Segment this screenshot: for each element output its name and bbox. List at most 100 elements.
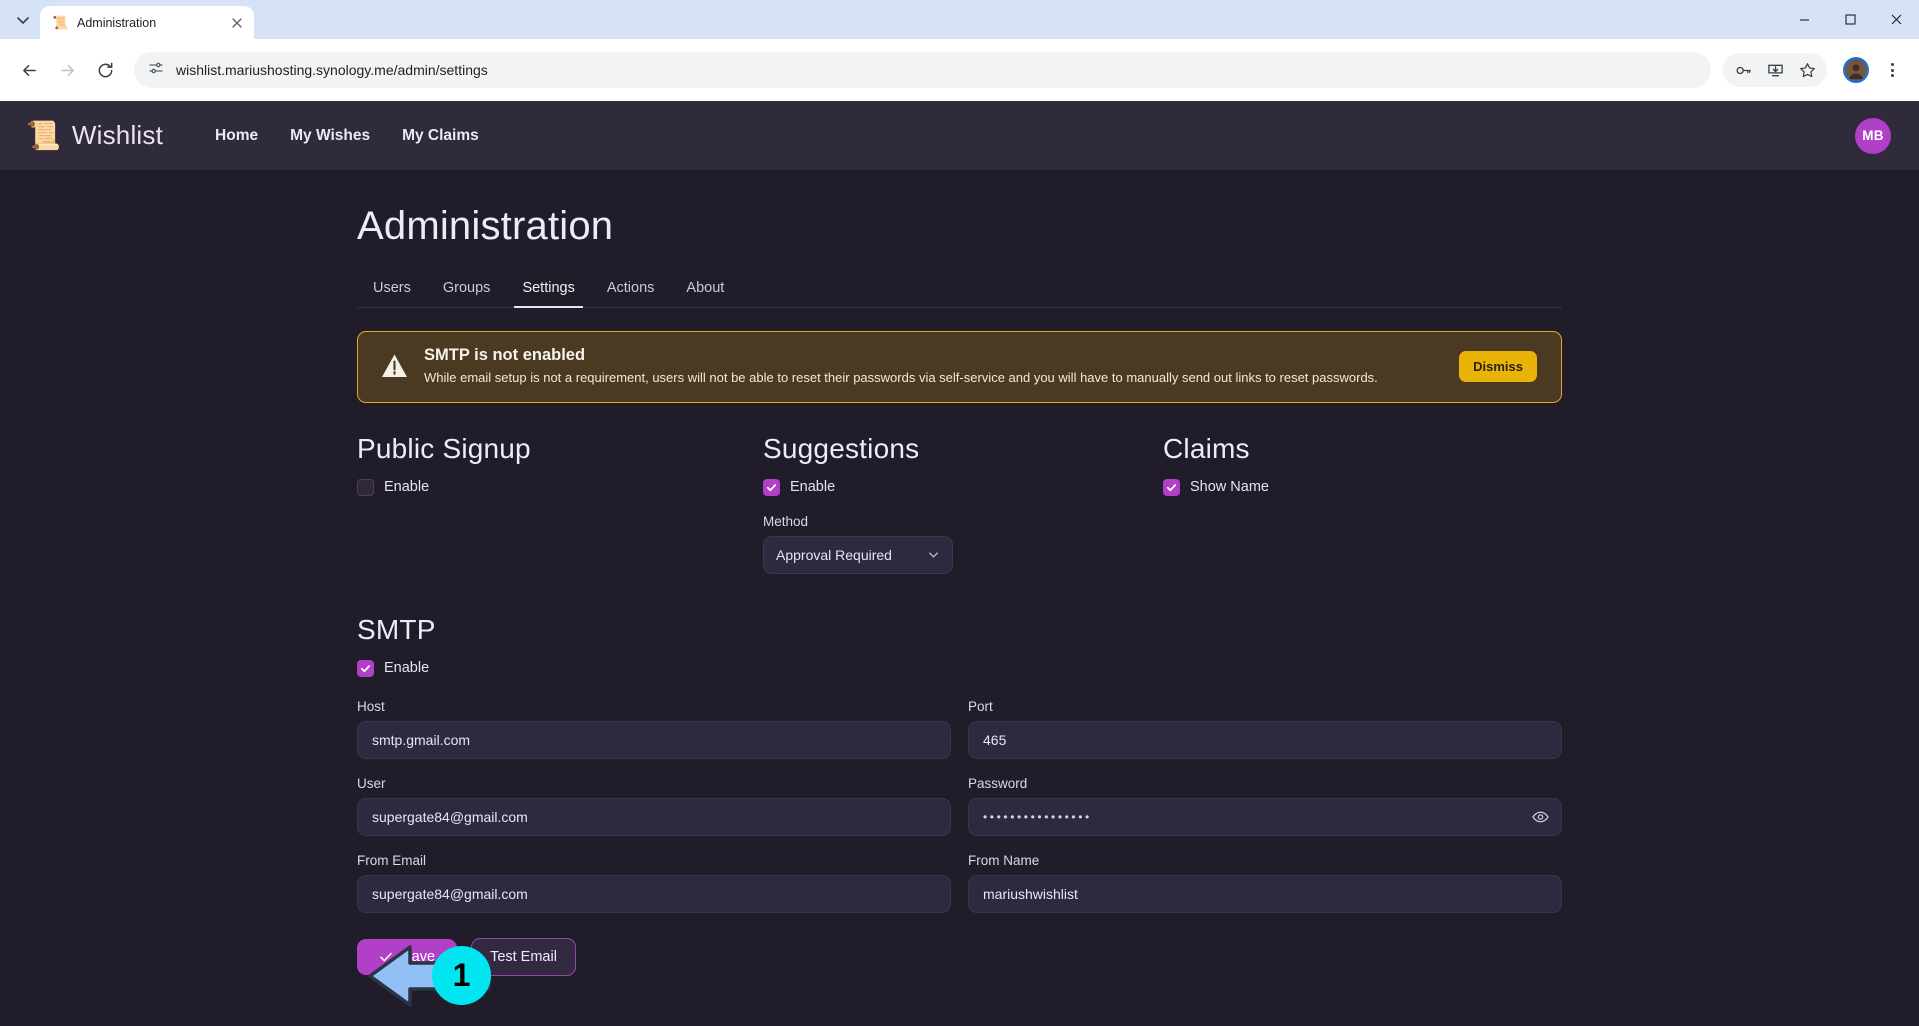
- claims-section: Claims Show Name: [1163, 433, 1562, 574]
- browser-tab[interactable]: 📜 Administration: [40, 6, 254, 39]
- chevron-down-icon: [929, 552, 938, 558]
- from-email-input[interactable]: supergate84@gmail.com: [357, 874, 951, 913]
- method-field: Method Approval Required: [763, 514, 1163, 574]
- tab-favicon-icon: 📜: [52, 15, 69, 30]
- claims-heading: Claims: [1163, 432, 1250, 464]
- tab-actions[interactable]: Actions: [591, 271, 671, 307]
- site-settings-icon[interactable]: [148, 60, 164, 81]
- tab-about[interactable]: About: [670, 271, 740, 307]
- admin-tabs: Users Groups Settings Actions About: [357, 271, 1562, 308]
- claims-show-name-label: Show Name: [1190, 479, 1269, 496]
- save-button[interactable]: Save: [357, 938, 458, 975]
- window-close-button[interactable]: [1873, 0, 1919, 39]
- tab-groups[interactable]: Groups: [427, 271, 507, 307]
- kebab-dot: [1890, 68, 1894, 72]
- forward-button[interactable]: [50, 53, 84, 87]
- user-avatar[interactable]: MB: [1855, 117, 1891, 154]
- check-icon: [766, 483, 777, 491]
- install-app-icon[interactable]: [1759, 54, 1791, 86]
- nav-item-my-claims[interactable]: My Claims: [402, 127, 479, 145]
- host-label: Host: [357, 698, 385, 714]
- from-name-field: From Name mariushwishlist: [968, 853, 1562, 913]
- public-signup-enable-row[interactable]: Enable: [357, 478, 763, 496]
- from-name-label: From Name: [968, 852, 1040, 868]
- nav-item-my-wishes[interactable]: My Wishes: [290, 127, 370, 145]
- suggestions-enable-checkbox[interactable]: [763, 478, 780, 496]
- tab-close-button[interactable]: [228, 14, 246, 32]
- back-button[interactable]: [12, 53, 46, 87]
- suggestions-enable-row[interactable]: Enable: [763, 478, 1163, 496]
- install-app-icon: [1767, 64, 1783, 76]
- public-signup-enable-label: Enable: [384, 479, 430, 496]
- port-input[interactable]: 465: [968, 720, 1562, 759]
- tab-settings[interactable]: Settings: [506, 271, 590, 308]
- main-nav: Home My Wishes My Claims: [215, 127, 479, 145]
- tab-search-button[interactable]: [6, 5, 40, 35]
- alert-title: SMTP is not enabled: [424, 346, 586, 364]
- port-field: Port 465: [968, 699, 1562, 759]
- scroll-logo-icon: 📜: [26, 119, 61, 151]
- host-input-value: smtp.gmail.com: [372, 731, 471, 748]
- window-maximize-button[interactable]: [1827, 0, 1873, 39]
- password-key-icon: [1736, 66, 1751, 74]
- smtp-actions: Save Test Email: [357, 937, 1562, 976]
- smtp-heading: SMTP: [357, 613, 436, 645]
- kebab-dot: [1890, 74, 1894, 77]
- brand-name: Wishlist: [71, 120, 164, 150]
- eye-icon: [1532, 811, 1549, 822]
- forward-arrow-icon: [60, 64, 74, 76]
- check-icon: [1166, 483, 1177, 491]
- smtp-warning-alert: SMTP is not enabled While email setup is…: [357, 331, 1562, 403]
- user-field: User supergate84@gmail.com: [357, 776, 951, 836]
- method-label: Method: [763, 513, 809, 529]
- back-arrow-icon: [22, 64, 36, 76]
- password-key-icon[interactable]: [1727, 54, 1759, 86]
- page-title: Administration: [357, 204, 614, 248]
- from-name-input[interactable]: mariushwishlist: [968, 874, 1562, 913]
- password-reveal-button[interactable]: [1532, 808, 1549, 825]
- from-email-field: From Email supergate84@gmail.com: [357, 853, 951, 913]
- user-input[interactable]: supergate84@gmail.com: [357, 797, 951, 836]
- dismiss-button[interactable]: Dismiss: [1459, 350, 1537, 382]
- reload-button[interactable]: [88, 53, 122, 87]
- suggestions-enable-label: Enable: [790, 479, 836, 496]
- tab-users[interactable]: Users: [357, 271, 427, 307]
- page-content: Administration Users Groups Settings Act…: [0, 170, 1919, 976]
- nav-item-home[interactable]: Home: [215, 127, 258, 145]
- method-select[interactable]: Approval Required: [763, 535, 953, 574]
- smtp-enable-checkbox[interactable]: [357, 659, 374, 677]
- smtp-form: Host smtp.gmail.com Port 465 User superg…: [357, 699, 1562, 913]
- reload-icon: [98, 62, 112, 77]
- check-icon: [360, 664, 371, 672]
- check-icon: [380, 952, 392, 961]
- from-email-label: From Email: [357, 852, 427, 868]
- test-email-button[interactable]: Test Email: [471, 937, 576, 976]
- tab-title: Administration: [77, 15, 157, 30]
- smtp-enable-row[interactable]: Enable: [357, 659, 1562, 677]
- from-name-input-value: mariushwishlist: [983, 885, 1078, 902]
- address-bar-url: wishlist.mariushosting.synology.me/admin…: [176, 62, 488, 78]
- password-field: Password ••••••••••••••••: [968, 776, 1562, 836]
- host-field: Host smtp.gmail.com: [357, 699, 951, 759]
- claims-show-name-row[interactable]: Show Name: [1163, 478, 1562, 496]
- window-controls: [1781, 0, 1919, 39]
- host-input[interactable]: smtp.gmail.com: [357, 720, 951, 759]
- claims-show-name-checkbox[interactable]: [1163, 478, 1180, 496]
- browser-toolbar: wishlist.mariushosting.synology.me/admin…: [0, 39, 1919, 101]
- public-signup-enable-checkbox[interactable]: [357, 478, 374, 496]
- browser-profile-avatar[interactable]: [1843, 57, 1869, 83]
- window-minimize-button[interactable]: [1781, 0, 1827, 39]
- save-button-label: Save: [402, 948, 436, 965]
- browser-menu-button[interactable]: [1877, 53, 1907, 87]
- password-input[interactable]: ••••••••••••••••: [968, 797, 1562, 836]
- bookmark-star-icon[interactable]: [1791, 54, 1823, 86]
- toolbar-actions: [1723, 53, 1907, 87]
- smtp-enable-label: Enable: [384, 660, 430, 677]
- from-email-input-value: supergate84@gmail.com: [372, 885, 528, 902]
- alert-body: SMTP is not enabled While email setup is…: [424, 346, 1443, 387]
- address-bar[interactable]: wishlist.mariushosting.synology.me/admin…: [134, 52, 1711, 88]
- chevron-down-icon: [17, 17, 29, 24]
- port-input-value: 465: [983, 731, 1007, 748]
- brand[interactable]: 📜 Wishlist: [26, 120, 163, 151]
- browser-tab-strip: 📜 Administration: [0, 0, 1919, 39]
